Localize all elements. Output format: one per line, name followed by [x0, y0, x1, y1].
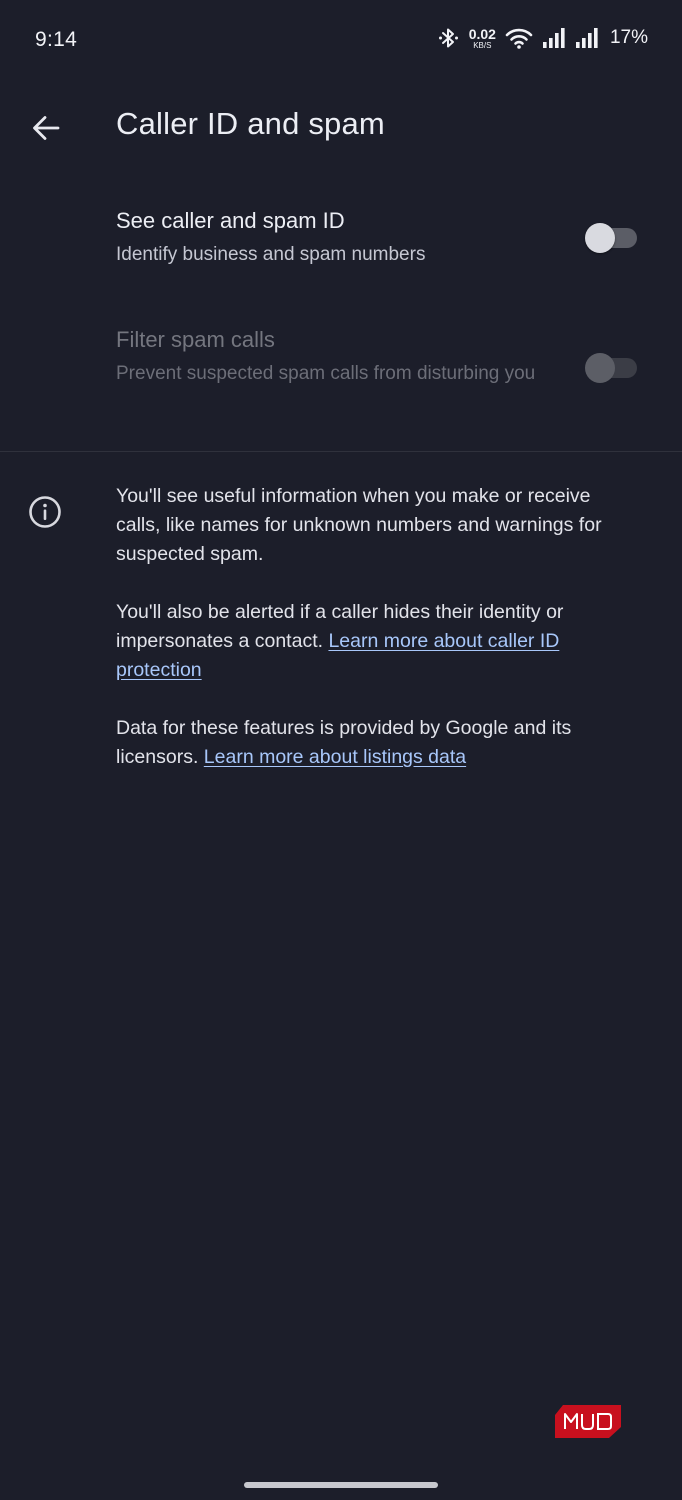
- setting-title: Filter spam calls: [116, 327, 275, 352]
- gesture-navigation-bar[interactable]: [244, 1482, 438, 1488]
- setting-caller-spam-id[interactable]: See caller and spam ID Identify business…: [0, 190, 682, 290]
- status-time: 9:14: [35, 28, 78, 51]
- info-paragraph-1: You'll see useful information when you m…: [116, 485, 602, 565]
- toggle-thumb: [585, 223, 615, 253]
- info-paragraph-3: Data for these features is provided by G…: [116, 714, 636, 772]
- bluetooth-icon: [438, 28, 458, 48]
- wifi-icon: [505, 28, 533, 49]
- listings-data-link[interactable]: Learn more about listings data: [204, 746, 466, 768]
- info-icon: [29, 496, 61, 528]
- signal-icon: [542, 28, 565, 48]
- app-bar: Caller ID and spam: [0, 96, 682, 158]
- page-title: Caller ID and spam: [116, 106, 385, 141]
- setting-title: See caller and spam ID: [116, 208, 345, 233]
- network-speed: 0.02 KB/S: [469, 27, 496, 50]
- network-speed-unit: KB/S: [473, 40, 492, 50]
- caller-id-toggle[interactable]: [585, 223, 639, 253]
- battery-level: 17%: [609, 27, 648, 48]
- network-speed-value: 0.02: [468, 25, 496, 42]
- setting-filter-spam-calls: Filter spam calls Prevent suspected spam…: [0, 310, 682, 430]
- status-bar: 9:14 0.02 KB/S 17%: [0, 0, 682, 80]
- signal-icon: [575, 28, 598, 48]
- setting-summary: Identify business and spam numbers: [116, 244, 426, 265]
- muo-logo: [555, 1405, 621, 1438]
- toggle-thumb: [585, 353, 615, 383]
- arrow-back-icon: [33, 116, 60, 140]
- back-button[interactable]: [26, 108, 66, 148]
- status-icons: 0.02 KB/S 17%: [438, 26, 648, 50]
- divider: [0, 451, 682, 452]
- setting-summary: Prevent suspected spam calls from distur…: [116, 363, 536, 384]
- muo-logo-mark: [555, 1405, 621, 1438]
- filter-spam-toggle: [585, 353, 639, 383]
- info-paragraph-2: You'll also be alerted if a caller hides…: [116, 598, 636, 685]
